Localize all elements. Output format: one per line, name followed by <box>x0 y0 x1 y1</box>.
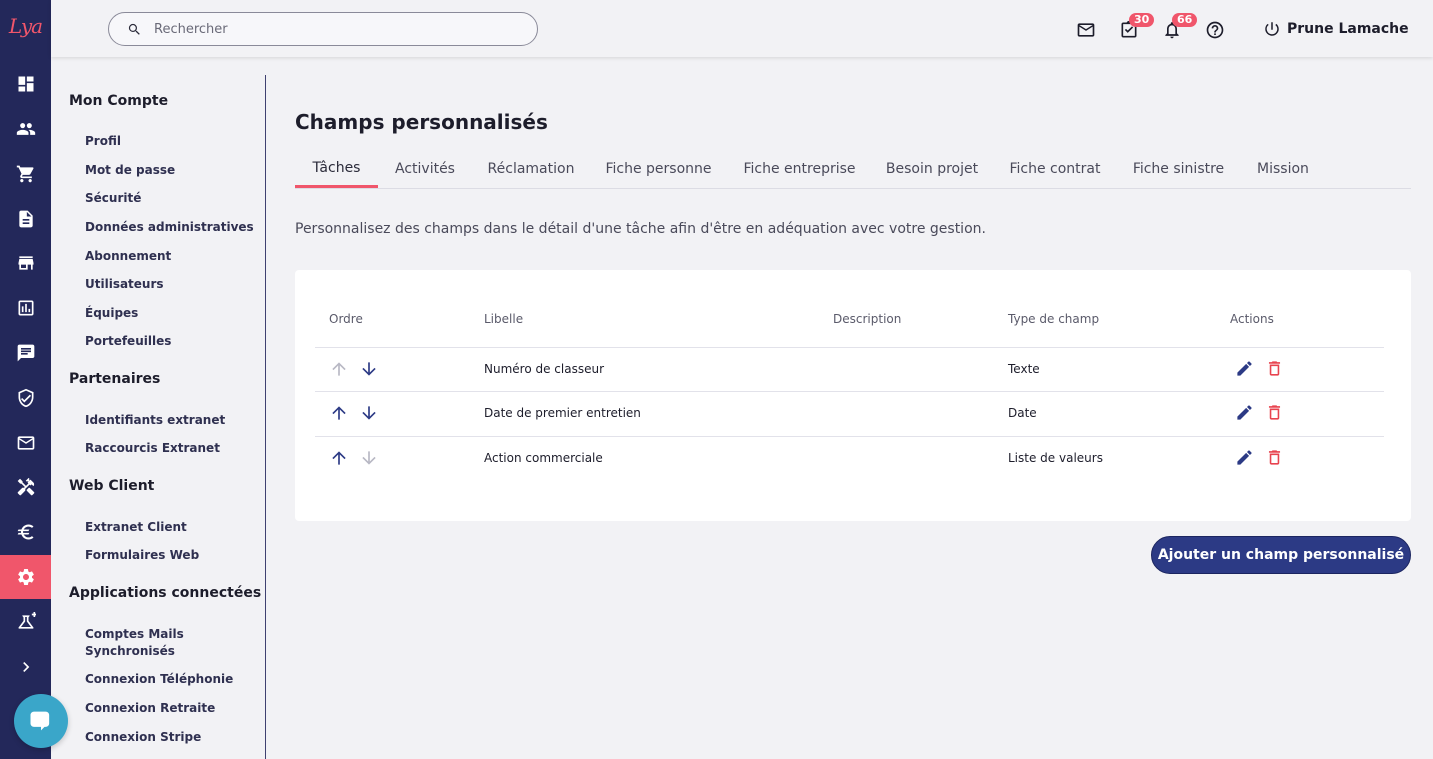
help-icon[interactable] <box>1203 18 1227 42</box>
menu-item-identifiants-extranet[interactable]: Identifiants extranet <box>85 412 260 429</box>
mail-icon[interactable] <box>1074 18 1098 42</box>
move-up-icon[interactable] <box>329 448 349 468</box>
menu-item-portefeuilles[interactable]: Portefeuilles <box>85 333 260 350</box>
support-chat-button[interactable] <box>14 694 68 748</box>
tab-fiche-contrat[interactable]: Fiche contrat <box>1005 150 1105 188</box>
move-down-icon[interactable] <box>359 359 379 379</box>
intro-text: Personnalisez des champs dans le détail … <box>295 221 986 237</box>
user-menu[interactable]: Prune Lamache <box>1263 18 1409 40</box>
cell-label: Numéro de classeur <box>484 362 605 376</box>
tasks-icon[interactable]: 30 <box>1117 13 1155 42</box>
menu-item-abonnement[interactable]: Abonnement <box>85 248 260 265</box>
euro-icon[interactable] <box>0 510 51 554</box>
search-box[interactable] <box>108 12 538 46</box>
store-icon[interactable] <box>0 241 51 285</box>
section-title-applications-connectees: Applications connectées <box>69 585 262 601</box>
move-up-icon[interactable] <box>329 403 349 423</box>
menu-item-mot-de-passe[interactable]: Mot de passe <box>85 162 260 179</box>
page-title: Champs personnalisés <box>295 110 548 134</box>
move-down-icon[interactable] <box>359 448 379 468</box>
tab-fiche-entreprise[interactable]: Fiche entreprise <box>737 150 862 188</box>
custom-fields-table: Ordre Libelle Description Type de champ … <box>295 270 1411 521</box>
delete-icon[interactable] <box>1265 403 1285 423</box>
tab-bar: Tâches Activités Réclamation Fiche perso… <box>295 150 1411 189</box>
tools-icon[interactable] <box>0 465 51 509</box>
people-icon[interactable] <box>0 107 51 151</box>
document-icon[interactable] <box>0 197 51 241</box>
settings-menu: Mon Compte Profil Mot de passe Sécurité … <box>51 75 266 759</box>
edit-icon[interactable] <box>1235 359 1255 379</box>
cell-type: Liste de valeurs <box>1008 451 1103 465</box>
menu-item-connexion-telephonie[interactable]: Connexion Téléphonie <box>85 671 260 688</box>
table-row: Numéro de classeur Texte <box>315 347 1384 392</box>
menu-item-equipes[interactable]: Équipes <box>85 305 260 322</box>
section-title-web-client: Web Client <box>69 478 155 494</box>
tasks-badge: 30 <box>1129 13 1155 27</box>
tab-besoin-projet[interactable]: Besoin projet <box>882 150 982 188</box>
tab-activites[interactable]: Activités <box>387 150 463 188</box>
section-title-mon-compte: Mon Compte <box>69 93 169 109</box>
tab-mission[interactable]: Mission <box>1253 150 1313 188</box>
search-icon <box>128 23 140 35</box>
tab-reclamation[interactable]: Réclamation <box>481 150 581 188</box>
power-icon <box>1265 22 1279 36</box>
header-type: Type de champ <box>1008 312 1100 326</box>
tab-fiche-personne[interactable]: Fiche personne <box>601 150 716 188</box>
chat-bubble-icon <box>30 711 50 731</box>
header-description: Description <box>833 312 902 326</box>
table-row: Date de premier entretien Date <box>315 391 1384 436</box>
menu-item-utilisateurs[interactable]: Utilisateurs <box>85 276 260 293</box>
menu-item-profil[interactable]: Profil <box>85 133 260 150</box>
tab-fiche-sinistre[interactable]: Fiche sinistre <box>1126 150 1231 188</box>
menu-item-extranet-client[interactable]: Extranet Client <box>85 519 260 536</box>
move-down-icon[interactable] <box>359 403 379 423</box>
move-up-icon[interactable] <box>329 359 349 379</box>
section-title-partenaires: Partenaires <box>69 371 161 387</box>
user-name: Prune Lamache <box>1287 21 1409 37</box>
edit-icon[interactable] <box>1235 403 1255 423</box>
flask-icon[interactable] <box>0 600 51 644</box>
top-header: 30 66 Prune Lamache <box>51 0 1433 57</box>
mail-icon[interactable] <box>0 421 51 465</box>
menu-item-comptes-mails[interactable]: Comptes Mails Synchronisés <box>85 626 205 660</box>
logo-text: Lya <box>8 14 43 38</box>
notifications-badge: 66 <box>1172 13 1198 27</box>
shield-check-icon[interactable] <box>0 376 51 420</box>
app-logo[interactable]: Lya <box>0 0 51 52</box>
delete-icon[interactable] <box>1265 448 1285 468</box>
bell-icon[interactable]: 66 <box>1160 13 1198 42</box>
edit-icon[interactable] <box>1235 448 1255 468</box>
menu-item-connexion-retraite[interactable]: Connexion Retraite <box>85 700 260 717</box>
analytics-icon[interactable] <box>0 286 51 330</box>
header-actions: Actions <box>1230 312 1274 326</box>
cell-type: Texte <box>1008 362 1040 376</box>
gear-icon[interactable] <box>0 555 51 599</box>
cell-label: Action commerciale <box>484 451 603 465</box>
tab-taches[interactable]: Tâches <box>295 150 378 188</box>
menu-item-formulaires-web[interactable]: Formulaires Web <box>85 547 260 564</box>
icon-rail: Lya <box>0 0 51 759</box>
header-ordre: Ordre <box>329 312 363 326</box>
cell-label: Date de premier entretien <box>484 406 641 420</box>
add-custom-field-button[interactable]: Ajouter un champ personnalisé <box>1151 536 1411 574</box>
menu-item-donnees-administratives[interactable]: Données administratives <box>85 219 260 236</box>
menu-item-securite[interactable]: Sécurité <box>85 190 260 207</box>
cell-type: Date <box>1008 406 1037 420</box>
dashboard-icon[interactable] <box>0 62 51 106</box>
delete-icon[interactable] <box>1265 359 1285 379</box>
chevron-right-icon[interactable] <box>0 645 51 689</box>
chat-icon[interactable] <box>0 331 51 375</box>
table-row: Action commerciale Liste de valeurs <box>315 436 1384 481</box>
header-libelle: Libelle <box>484 312 524 326</box>
search-input[interactable] <box>154 21 514 37</box>
menu-item-raccourcis-extranet[interactable]: Raccourcis Extranet <box>85 440 260 457</box>
cart-icon[interactable] <box>0 152 51 196</box>
menu-item-connexion-stripe[interactable]: Connexion Stripe <box>85 729 260 746</box>
